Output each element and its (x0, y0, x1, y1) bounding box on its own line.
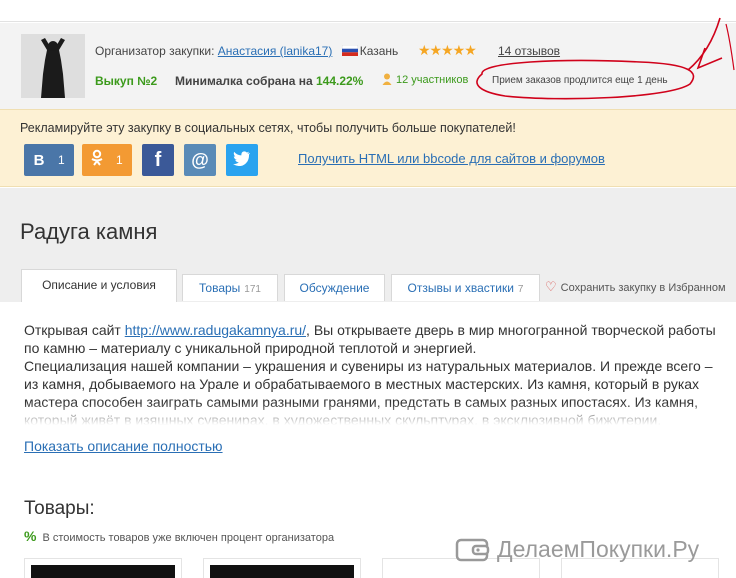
percent-note: % В стоимость товаров уже включен процент… (24, 528, 334, 544)
participants-label: 12 участников (396, 74, 469, 86)
product-image (31, 565, 175, 578)
tab-discussion-label: Обсуждение (299, 281, 370, 295)
minimum-status: Минималка собрана на 144.22% (175, 74, 363, 88)
person-icon (382, 73, 392, 85)
ok-icon (82, 149, 112, 171)
social-prompt: Рекламируйте эту закупку в социальных се… (20, 121, 516, 135)
tab-reviews[interactable]: Отзывы и хвастики 7 (391, 274, 540, 301)
participants-count[interactable]: 12 участников (382, 73, 468, 86)
heart-icon: ♡ (545, 279, 557, 294)
percent-icon: % (24, 528, 37, 544)
organizer-avatar[interactable] (21, 34, 85, 98)
shop-website-link[interactable]: http://www.radugakamnya.ru/ (125, 322, 306, 338)
organizer-line: Организатор закупки: Анастасия (lanika17… (95, 44, 398, 58)
product-card[interactable] (24, 558, 182, 578)
page-title: Радуга камня (20, 219, 158, 244)
tab-goods[interactable]: Товары 171 (182, 274, 278, 301)
get-html-bbcode-link[interactable]: Получить HTML или bbcode для сайтов и фо… (298, 151, 605, 166)
site-watermark: ДелаемПокупки.Ру (455, 532, 699, 566)
watermark-text: ДелаемПокупки.Ру (497, 535, 700, 562)
tab-description[interactable]: Описание и условия (21, 269, 177, 302)
vk-share-count: 1 (58, 153, 65, 167)
wallet-icon (455, 538, 490, 562)
tab-description-label: Описание и условия (42, 278, 156, 292)
minimum-label: Минималка собрана на (175, 74, 313, 88)
share-facebook-button[interactable]: f (142, 144, 174, 176)
tab-discussion[interactable]: Обсуждение (284, 274, 385, 301)
twitter-icon (233, 151, 251, 169)
product-card[interactable] (203, 558, 361, 578)
organizer-city: Казань (359, 44, 399, 58)
organizer-label: Организатор закупки: (95, 44, 215, 58)
product-image (210, 565, 354, 578)
organizer-name-link[interactable]: Анастасия (lanika17) (218, 44, 333, 58)
top-strip (0, 0, 736, 22)
description-intro: Открывая сайт (24, 322, 125, 338)
save-to-favorites-button[interactable]: ♡ Сохранить закупку в Избранном (545, 279, 726, 295)
reviews-link[interactable]: 14 отзывов (498, 44, 560, 58)
tab-goods-label: Товары (199, 281, 241, 295)
tab-reviews-count: 7 (517, 284, 524, 295)
share-vk-button[interactable]: В 1 (24, 144, 74, 176)
mail-icon: @ (191, 149, 209, 170)
minimum-percent: 144.22% (315, 74, 364, 88)
share-twitter-button[interactable] (226, 144, 258, 176)
share-ok-button[interactable]: 1 (82, 144, 132, 176)
percent-note-text: В стоимость товаров уже включен процент … (42, 532, 335, 544)
tab-goods-count: 171 (244, 284, 261, 295)
organizer-bar (0, 23, 736, 109)
description-text: Открывая сайт http://www.radugakamnya.ru… (24, 321, 724, 425)
share-mail-button[interactable]: @ (184, 144, 216, 176)
show-full-description-link[interactable]: Показать описание полностью (24, 438, 223, 454)
rating-stars: ★★★★★ (418, 42, 477, 58)
orders-deadline: Прием заказов продлится еще 1 день (492, 75, 668, 86)
vk-icon: В (33, 151, 45, 169)
tab-reviews-label: Отзывы и хвастики (407, 281, 514, 295)
facebook-icon: f (154, 148, 162, 171)
goods-heading: Товары: (24, 498, 95, 519)
russia-flag-icon (341, 45, 358, 56)
ok-share-count: 1 (116, 153, 123, 167)
favorite-label: Сохранить закупку в Избранном (560, 282, 726, 294)
description-fade (24, 403, 724, 425)
purchase-round: Выкуп №2 (95, 74, 158, 88)
